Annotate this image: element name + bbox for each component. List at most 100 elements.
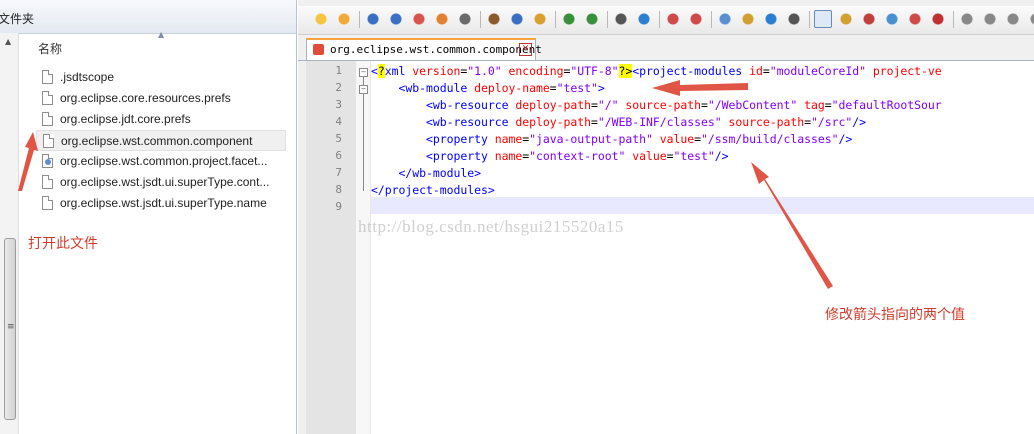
code-token: = — [590, 115, 598, 129]
record-macro-icon[interactable] — [958, 10, 976, 28]
line-number: 8 — [335, 183, 342, 196]
file-list-item[interactable]: org.eclipse.wst.jsdt.ui.superType.cont..… — [36, 172, 286, 193]
code-token: "test" — [673, 149, 715, 163]
code-token: tag — [804, 98, 825, 112]
stop-macro-icon[interactable] — [981, 10, 999, 28]
play-macro-icon[interactable] — [1004, 10, 1022, 28]
word-wrap-icon[interactable] — [762, 10, 780, 28]
zoom-out-icon[interactable] — [687, 10, 705, 28]
code-token: = — [549, 81, 557, 95]
code-token: = — [700, 98, 708, 112]
replace-icon[interactable] — [635, 10, 653, 28]
fold-wb-module-icon[interactable]: − — [359, 85, 368, 94]
file-list-item[interactable]: org.eclipse.wst.common.component — [36, 130, 286, 151]
file-icon — [42, 196, 53, 210]
eye-icon[interactable] — [929, 10, 947, 28]
open-file-icon[interactable] — [335, 10, 353, 28]
code-token: = — [824, 98, 832, 112]
code-token: = — [804, 115, 811, 129]
language-icon[interactable] — [837, 10, 855, 28]
facet-file-icon — [42, 154, 53, 168]
fold-project-modules-icon[interactable]: − — [359, 68, 368, 77]
toolbar-separator — [953, 11, 954, 28]
code-token: name — [494, 149, 523, 163]
code-editor[interactable]: <?xml version="1.0" encoding="UTF-8"?><p… — [371, 61, 1034, 434]
code-token: "UTF-8" — [570, 64, 619, 78]
close-all-icon[interactable] — [433, 10, 451, 28]
file-list-item[interactable]: org.eclipse.wst.common.project.facet... — [36, 151, 286, 172]
fold-margin[interactable]: − − — [356, 61, 371, 434]
redo-icon[interactable] — [583, 10, 601, 28]
current-line-highlight — [371, 197, 1034, 214]
file-icon — [42, 70, 53, 84]
code-token: "/src" — [810, 115, 853, 129]
code-token: "test" — [556, 81, 598, 95]
run-macro-icon[interactable] — [1027, 10, 1034, 28]
code-token: = — [694, 132, 701, 146]
code-token: deploy-path — [515, 98, 591, 112]
code-token: value — [632, 149, 667, 163]
tab-component-file[interactable]: org.eclipse.wst.common.component ✕ — [306, 38, 542, 60]
code-token: deploy-path — [515, 115, 591, 129]
sync-vertical-icon[interactable] — [716, 10, 734, 28]
code-token: /> — [714, 149, 729, 163]
line-number-gutter: 1 2 3 4 5 6 7 8 9 — [306, 61, 356, 434]
show-symbols-icon[interactable] — [785, 10, 803, 28]
save-all-icon[interactable] — [387, 10, 405, 28]
close-icon[interactable]: ✕ — [519, 43, 532, 56]
line-number: 2 — [335, 81, 342, 94]
doc-map-icon[interactable] — [860, 10, 878, 28]
toolbar-separator — [480, 11, 481, 28]
code-token: source-path — [625, 98, 701, 112]
copy-icon[interactable] — [508, 10, 526, 28]
file-list-item[interactable]: org.eclipse.wst.jsdt.ui.superType.name — [36, 193, 286, 214]
tab-bar: org.eclipse.wst.common.component ✕ — [298, 35, 1034, 61]
file-list: .jsdtscope org.eclipse.core.resources.pre… — [36, 67, 294, 214]
cut-icon[interactable] — [485, 10, 503, 28]
editor-toolbar — [298, 6, 1034, 35]
code-token: = — [590, 98, 598, 112]
code-line: <?xml version="1.0" encoding="UTF-8"?><p… — [371, 64, 942, 78]
code-token: "/WEB-INF/classes" — [597, 115, 722, 129]
code-token: </wb-module> — [398, 166, 482, 180]
indent-guide-icon[interactable] — [814, 10, 832, 28]
save-icon[interactable] — [364, 10, 382, 28]
scrollbar-thumb[interactable]: ≡ — [4, 238, 16, 420]
file-list-item[interactable]: org.eclipse.jdt.core.prefs — [36, 109, 286, 130]
code-token: /> — [838, 132, 853, 146]
zoom-in-icon[interactable] — [664, 10, 682, 28]
code-token: > — [597, 81, 605, 95]
folder-icon[interactable] — [906, 10, 924, 28]
print-icon[interactable] — [456, 10, 474, 28]
code-token: "/WebContent" — [707, 98, 798, 112]
annotation-modify-values: 修改箭头指向的两个值 — [825, 307, 965, 323]
undo-icon[interactable] — [560, 10, 578, 28]
line-number: 6 — [335, 149, 342, 162]
code-line: <property name="java-output-path" value=… — [371, 132, 852, 146]
code-line: <property name="context-root" value="tes… — [371, 149, 729, 163]
column-header-name[interactable]: 名称 — [38, 40, 62, 57]
scroll-up-arrow-icon[interactable]: ▲ — [5, 37, 11, 46]
file-list-item[interactable]: org.eclipse.core.resources.prefs — [36, 88, 286, 109]
function-list-icon[interactable] — [883, 10, 901, 28]
close-file-icon[interactable] — [410, 10, 428, 28]
find-icon[interactable] — [612, 10, 630, 28]
paste-icon[interactable] — [531, 10, 549, 28]
toolbar-separator — [607, 11, 608, 28]
explorer-scrollbar[interactable]: ▲ ≡ — [0, 33, 19, 434]
code-token: /> — [852, 115, 866, 129]
sync-horizontal-icon[interactable] — [739, 10, 757, 28]
fold-line — [363, 77, 364, 191]
watermark: http://blog.csdn.net/hsgui215520a15 — [358, 217, 624, 236]
toolbar-separator — [711, 11, 712, 28]
file-name: org.eclipse.wst.jsdt.ui.superType.name — [60, 196, 267, 210]
toolbar-separator — [659, 11, 660, 28]
code-token: ? — [377, 64, 385, 78]
new-file-icon[interactable] — [312, 10, 330, 28]
code-token: name — [494, 132, 523, 146]
file-list-item[interactable]: .jsdtscope — [36, 67, 286, 88]
